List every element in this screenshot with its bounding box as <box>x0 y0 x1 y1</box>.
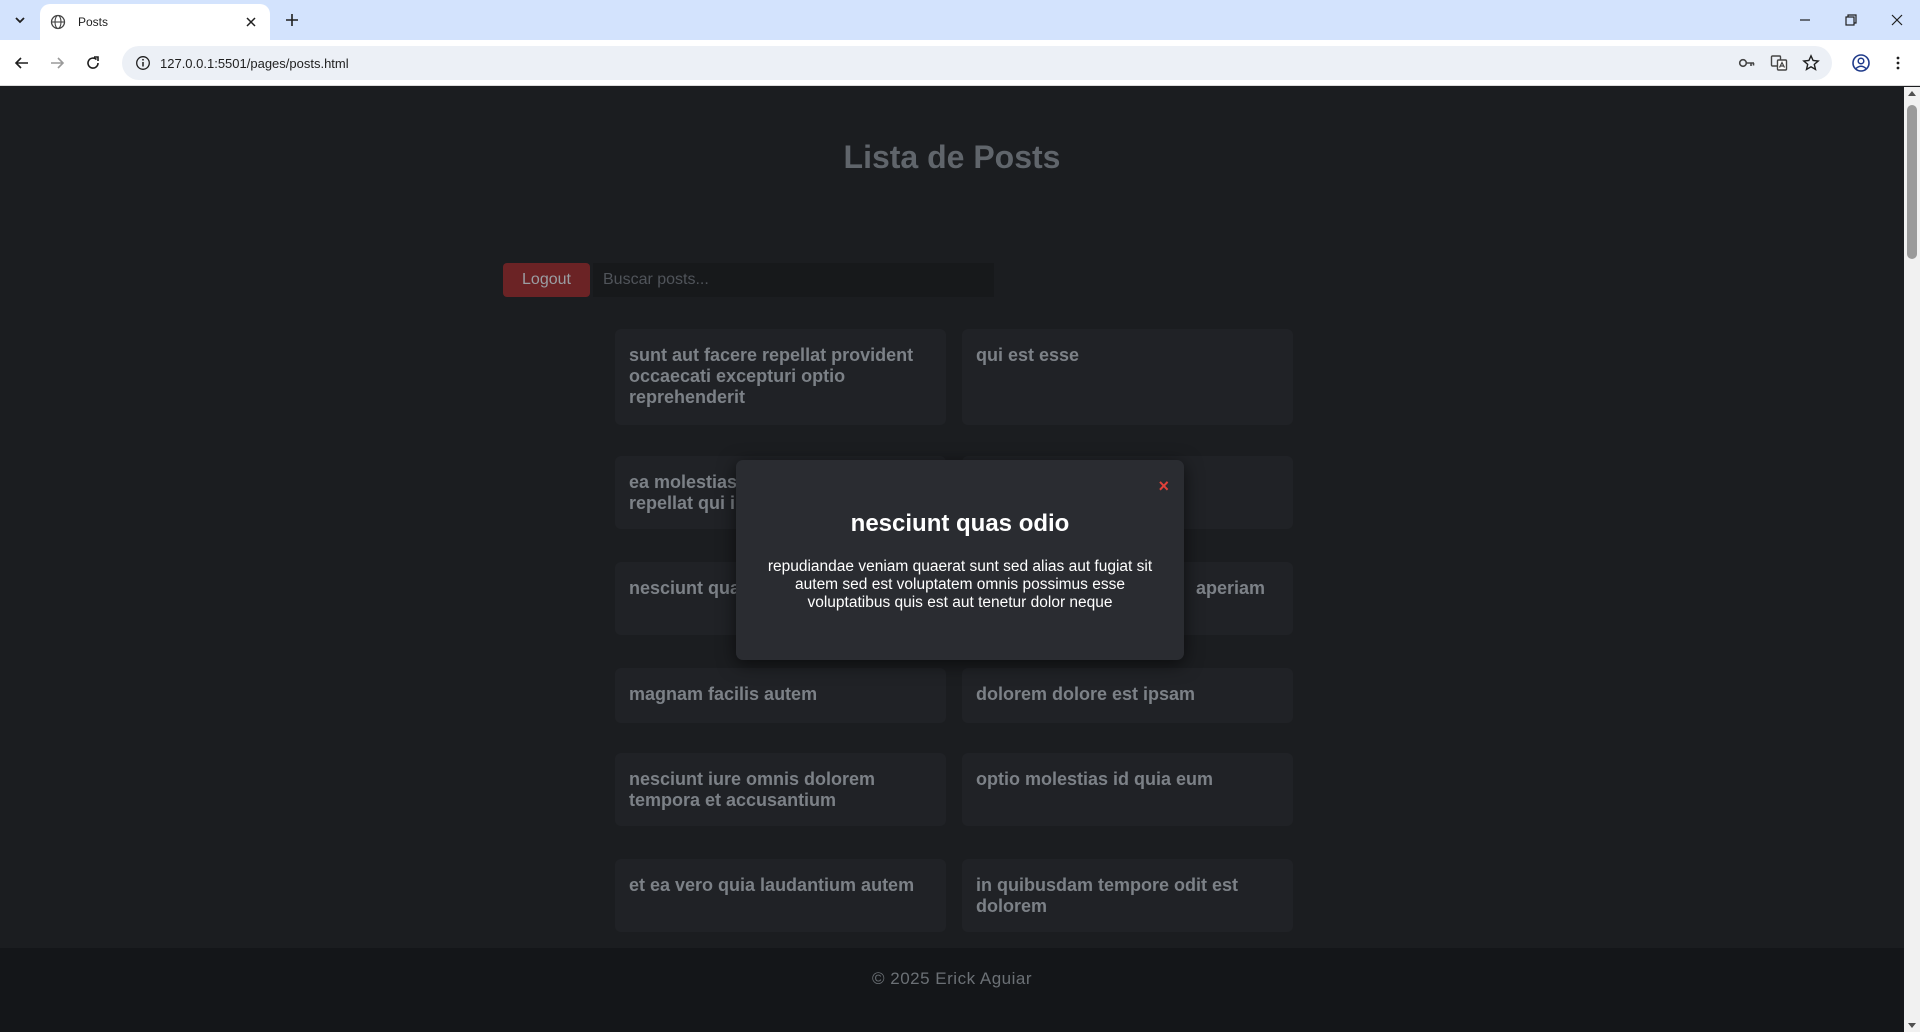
post-card[interactable]: in quibusdam tempore odit est dolorem <box>962 859 1293 932</box>
minimize-button[interactable] <box>1782 0 1828 40</box>
modal-title: nesciunt quas odio <box>850 510 1070 537</box>
plus-icon <box>286 14 298 26</box>
post-title: sunt aut facere repellat provident occae… <box>629 345 914 407</box>
post-card[interactable]: sunt aut facere repellat provident occae… <box>615 329 946 425</box>
profile-button[interactable] <box>1847 49 1875 77</box>
translate-button[interactable] <box>1765 49 1793 77</box>
browser-menu-button[interactable] <box>1884 49 1912 77</box>
browser-tab-strip: Posts <box>0 0 1920 40</box>
forward-button[interactable] <box>43 49 71 77</box>
post-title: dolorem dolore est ipsam <box>976 684 1196 704</box>
post-card[interactable]: nesciunt iure omnis dolorem tempora et a… <box>615 753 946 826</box>
restore-button[interactable] <box>1828 0 1874 40</box>
post-detail-modal: × nesciunt quas odio repudiandae veniam … <box>736 460 1184 660</box>
post-title: nesciunt iure omnis dolorem tempora et a… <box>629 769 876 810</box>
restore-icon <box>1845 14 1857 26</box>
back-button[interactable] <box>8 49 36 77</box>
scroll-up-arrow-icon[interactable] <box>1907 89 1917 99</box>
footer-copyright: © 2025 Erick Aguiar <box>872 969 1032 988</box>
modal-close-icon[interactable]: × <box>1158 476 1169 497</box>
post-title: qui est esse <box>976 345 1080 365</box>
post-title: optio molestias id quia eum <box>976 769 1214 789</box>
post-title: et ea vero quia laudantium autem <box>629 875 915 895</box>
post-card[interactable]: optio molestias id quia eum <box>962 753 1293 826</box>
post-title: magnam facilis autem <box>629 684 818 704</box>
key-icon <box>1738 58 1755 68</box>
post-card[interactable]: et ea vero quia laudantium autem <box>615 859 946 932</box>
post-card[interactable]: qui est esse <box>962 329 1293 425</box>
minimize-icon <box>1800 19 1810 21</box>
site-info-icon[interactable] <box>126 46 160 80</box>
new-tab-button[interactable] <box>280 8 304 32</box>
tab-close-icon[interactable] <box>242 13 260 31</box>
bookmark-button[interactable] <box>1797 49 1825 77</box>
modal-body: repudiandae veniam quaerat sunt sed alia… <box>767 558 1153 611</box>
page-title: Lista de Posts <box>843 139 1061 175</box>
post-title: in quibusdam tempore odit est dolorem <box>976 875 1239 916</box>
browser-tab-posts[interactable]: Posts <box>40 4 270 40</box>
tab-title: Posts <box>78 15 109 29</box>
star-icon <box>1802 54 1820 71</box>
post-card[interactable]: magnam facilis autem <box>615 668 946 723</box>
password-key-button[interactable] <box>1733 49 1761 77</box>
browser-toolbar: 127.0.0.1:5501/pages/posts.html <box>0 40 1920 86</box>
scroll-down-arrow-icon[interactable] <box>1907 1020 1917 1030</box>
post-card[interactable]: dolorem dolore est ipsam <box>962 668 1293 723</box>
translate-icon <box>1770 55 1788 71</box>
scrollbar-thumb[interactable] <box>1907 105 1917 259</box>
url-text: 127.0.0.1:5501/pages/posts.html <box>160 55 349 71</box>
close-window-button[interactable] <box>1874 0 1920 40</box>
address-bar[interactable]: 127.0.0.1:5501/pages/posts.html <box>122 46 1832 80</box>
reload-button[interactable] <box>79 49 107 77</box>
account-icon <box>1852 54 1870 72</box>
chevron-down-icon <box>15 17 25 24</box>
page-footer: © 2025 Erick Aguiar <box>0 948 1904 1032</box>
arrow-right-icon <box>51 57 65 69</box>
logout-button[interactable]: Logout <box>503 263 590 297</box>
tab-search-dropdown[interactable] <box>6 8 34 32</box>
page-scrollbar[interactable] <box>1904 87 1920 1032</box>
more-vert-icon <box>1896 56 1900 70</box>
page-viewport: Lista de Posts Logout sunt aut facere re… <box>0 87 1904 1032</box>
search-input[interactable] <box>593 263 994 297</box>
close-icon <box>1891 14 1903 26</box>
reload-icon <box>87 56 99 69</box>
arrow-left-icon <box>14 57 28 69</box>
globe-icon <box>50 14 66 30</box>
